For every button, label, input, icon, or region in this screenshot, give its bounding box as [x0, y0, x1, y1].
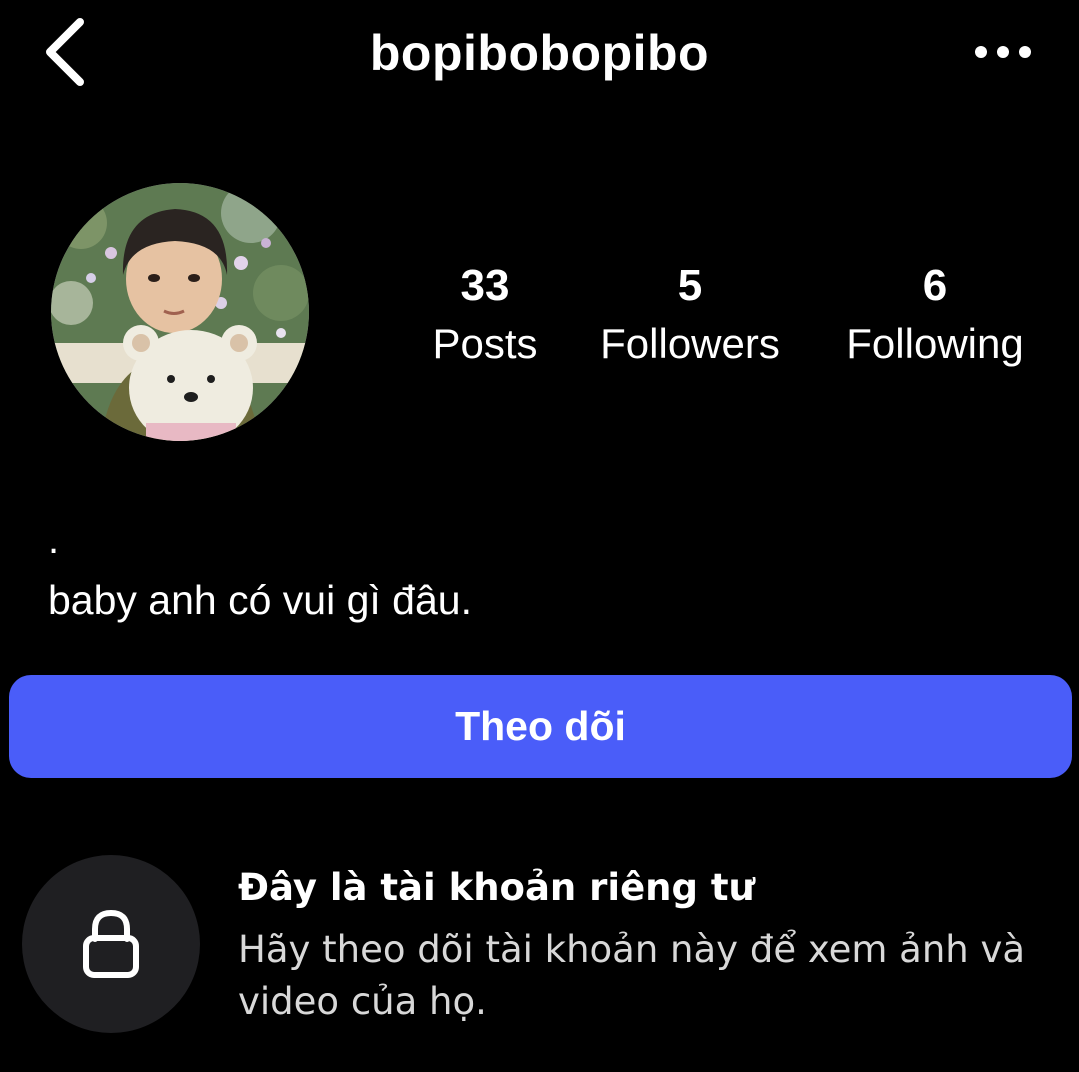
- more-horizontal-icon: [975, 46, 1031, 58]
- following-count: 6: [922, 261, 948, 310]
- posts-stat[interactable]: 33 Posts: [415, 258, 555, 374]
- top-bar: bopibobopibo: [0, 0, 1079, 110]
- bio-line-1: .: [48, 518, 60, 562]
- followers-count: 5: [677, 261, 703, 310]
- profile-photo: [51, 183, 309, 441]
- private-lock-badge: [22, 855, 200, 1033]
- following-label: Following: [846, 320, 1024, 367]
- following-stat[interactable]: 6 Following: [825, 258, 1045, 374]
- followers-stat[interactable]: 5 Followers: [585, 258, 795, 374]
- private-account-description: Hãy theo dõi tài khoản này để xem ảnh và…: [238, 928, 1026, 1023]
- more-options-button[interactable]: [966, 30, 1040, 74]
- follow-button[interactable]: Theo dõi: [9, 675, 1072, 778]
- posts-label: Posts: [432, 320, 538, 367]
- bio-line-2: baby anh có vui gì đâu.: [48, 577, 472, 623]
- followers-label: Followers: [600, 320, 780, 367]
- private-account-title: Đây là tài khoản riêng tư: [238, 866, 755, 909]
- avatar[interactable]: [51, 183, 309, 441]
- profile-username: bopibobopibo: [369, 25, 710, 81]
- lock-icon: [83, 909, 139, 978]
- posts-count: 33: [460, 261, 510, 310]
- profile-stats: 33 Posts 5 Followers 6 Following: [395, 258, 1075, 388]
